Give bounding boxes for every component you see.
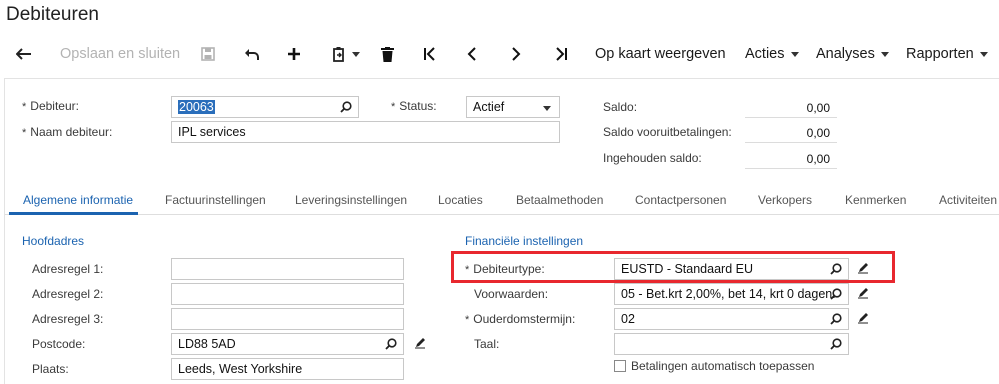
next-record-button[interactable] [511, 38, 521, 70]
retained-balance-label: Ingehouden saldo: [603, 151, 702, 165]
auto-apply-payments-label: Betalingen automatisch toepassen [631, 359, 815, 373]
copy-paste-icon [333, 47, 344, 62]
toolbar: Opslaan en sluiten Op kaart weergeven Ac… [0, 38, 999, 70]
status-select[interactable]: Actief [466, 96, 560, 118]
save-button[interactable] [201, 38, 215, 70]
prepayment-balance-value: 0,00 [806, 126, 830, 140]
back-button[interactable] [16, 38, 32, 70]
aging-period-value: 02 [621, 312, 635, 326]
previous-record-button[interactable] [467, 38, 477, 70]
customer-name-value: IPL services [178, 125, 246, 139]
tab-attributes[interactable]: Kenmerken [845, 193, 906, 207]
city-value: Leeds, West Yorkshire [178, 362, 303, 376]
search-icon[interactable] [340, 101, 352, 113]
add-button[interactable] [287, 38, 301, 70]
chevron-down-icon [352, 52, 360, 57]
tab-payment-methods[interactable]: Betaalmethoden [516, 193, 603, 207]
search-icon[interactable] [830, 288, 842, 300]
first-icon [424, 47, 435, 61]
city-field[interactable]: Leeds, West Yorkshire [171, 358, 404, 380]
status-label: * Status: [391, 99, 437, 113]
trash-icon [381, 46, 394, 62]
balance-label: Saldo: [603, 100, 638, 114]
customer-field[interactable]: 20063 [171, 96, 359, 118]
reports-label: Rapporten [906, 46, 974, 62]
pencil-icon[interactable] [857, 287, 869, 299]
tab-invoice-settings[interactable]: Factuurinstellingen [165, 193, 266, 207]
postcode-field[interactable]: LD88 5AD [171, 333, 404, 355]
active-tab-underline [9, 212, 138, 215]
undo-icon [245, 49, 259, 60]
search-icon[interactable] [385, 338, 397, 350]
analyses-label: Analyses [816, 46, 875, 62]
actions-menu[interactable]: Acties [745, 38, 799, 70]
reports-menu[interactable]: Rapporten [906, 38, 988, 70]
search-icon[interactable] [830, 338, 842, 350]
language-label: Taal: [474, 337, 500, 351]
chevron-down-icon [880, 52, 889, 57]
postcode-label: Postcode: [32, 337, 86, 351]
address-line1-label: Adresregel 1: [32, 262, 104, 276]
address-line2-label: Adresregel 2: [32, 287, 104, 301]
search-icon[interactable] [830, 313, 842, 325]
chevron-down-icon [790, 52, 799, 57]
previous-icon [467, 47, 476, 61]
status-value: Actief [473, 100, 505, 114]
tab-activities[interactable]: Activiteiten [939, 193, 997, 207]
customer-name-label: * Naam debiteur: [22, 125, 113, 139]
delete-button[interactable] [381, 38, 394, 70]
tab-delivery-settings[interactable]: Leveringsinstellingen [295, 193, 407, 207]
tab-general-info[interactable]: Algemene informatie [23, 193, 133, 207]
prepayment-balance-label: Saldo vooruitbetalingen: [603, 125, 732, 139]
copy-paste-button[interactable] [332, 38, 360, 70]
highlight-box [451, 251, 895, 283]
tab-contacts[interactable]: Contactpersonen [635, 193, 726, 207]
divider [745, 168, 837, 169]
chevron-down-icon [543, 106, 551, 111]
language-field[interactable] [614, 333, 849, 355]
save-icon [201, 47, 215, 61]
last-icon [556, 47, 567, 61]
main-address-heading: Hoofdadres [22, 234, 85, 248]
aging-period-field[interactable]: 02 [614, 308, 849, 330]
next-icon [512, 47, 521, 61]
divider [745, 142, 837, 143]
address-line2-field[interactable] [171, 283, 404, 305]
last-record-button[interactable] [554, 38, 568, 70]
tab-salespersons[interactable]: Verkopers [758, 193, 812, 207]
divider [745, 117, 837, 118]
back-arrow-icon [16, 48, 31, 60]
city-label: Plaats: [32, 362, 69, 376]
terms-value: 05 - Bet.krt 2,00%, bet 14, krt 0 dagen. [621, 287, 836, 301]
financial-settings-heading: Financiële instellingen [465, 234, 584, 248]
pencil-icon[interactable] [414, 337, 426, 349]
analyses-menu[interactable]: Analyses [816, 38, 889, 70]
postcode-value: LD88 5AD [178, 337, 236, 351]
actions-label: Acties [745, 46, 785, 62]
terms-label: Voorwaarden: [474, 287, 549, 301]
show-on-map-button[interactable]: Op kaart weergeven [595, 38, 726, 70]
pencil-icon[interactable] [857, 312, 869, 324]
plus-icon [288, 48, 300, 60]
page-title: Debiteuren [6, 4, 99, 25]
terms-field[interactable]: 05 - Bet.krt 2,00%, bet 14, krt 0 dagen. [614, 283, 849, 305]
address-line3-label: Adresregel 3: [32, 312, 104, 326]
tab-bar: Algemene informatie Factuurinstellingen … [5, 185, 999, 215]
customer-label: * Debiteur: [22, 99, 79, 113]
auto-apply-payments-checkbox[interactable] [614, 360, 626, 372]
address-line3-field[interactable] [171, 308, 404, 330]
save-close-button[interactable]: Opslaan en sluiten [60, 38, 180, 70]
tab-locations[interactable]: Locaties [438, 193, 483, 207]
first-record-button[interactable] [423, 38, 437, 70]
aging-period-label: * Ouderdomstermijn: [465, 312, 576, 326]
undo-button[interactable] [244, 38, 260, 70]
chevron-down-icon [979, 52, 988, 57]
address-line1-field[interactable] [171, 258, 404, 280]
customer-name-field[interactable]: IPL services [171, 121, 560, 143]
customer-value: 20063 [178, 100, 215, 114]
retained-balance-value: 0,00 [806, 152, 830, 166]
balance-value: 0,00 [806, 101, 830, 115]
